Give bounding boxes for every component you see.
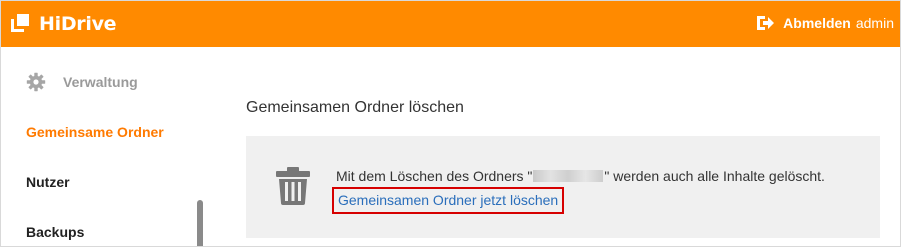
redacted-folder-name [533,170,604,182]
logout-icon [757,16,775,30]
gear-icon [26,72,46,92]
sidebar-scrollbar[interactable] [197,200,203,246]
page-title: Gemeinsamen Ordner löschen [246,99,464,116]
logout-button[interactable]: Abmelden admin [755,11,894,35]
delete-warning-message: Mit dem Löschen des Ordners " " werden au… [336,168,825,184]
message-text-after: " werden auch alle Inhalte gelöscht. [604,168,825,184]
sidebar-section-verwaltung: Verwaltung [26,72,138,92]
sidebar-item-backups[interactable]: Backups [26,224,84,240]
current-username: admin [855,15,894,31]
sidebar-item-nutzer[interactable]: Nutzer [26,174,70,190]
sidebar: Verwaltung Gemeinsame Ordner Nutzer Back… [1,47,216,246]
logout-label: Abmelden [783,15,851,31]
brand-name: HiDrive [39,13,117,35]
trash-icon [276,167,310,205]
app-window: HiDrive Abmelden admin Verwaltung Gemein… [0,0,901,247]
top-bar: HiDrive Abmelden admin [1,1,900,47]
delete-info-panel: Mit dem Löschen des Ordners " " werden au… [246,136,880,238]
hidrive-logo[interactable]: HiDrive [11,10,117,38]
message-text-before: Mit dem Löschen des Ordners " [336,168,533,184]
hidrive-logo-icon [11,14,31,34]
sidebar-section-label: Verwaltung [63,74,138,90]
sidebar-item-gemeinsame-ordner[interactable]: Gemeinsame Ordner [26,124,164,140]
delete-folder-link[interactable]: Gemeinsamen Ordner jetzt löschen [332,187,565,214]
